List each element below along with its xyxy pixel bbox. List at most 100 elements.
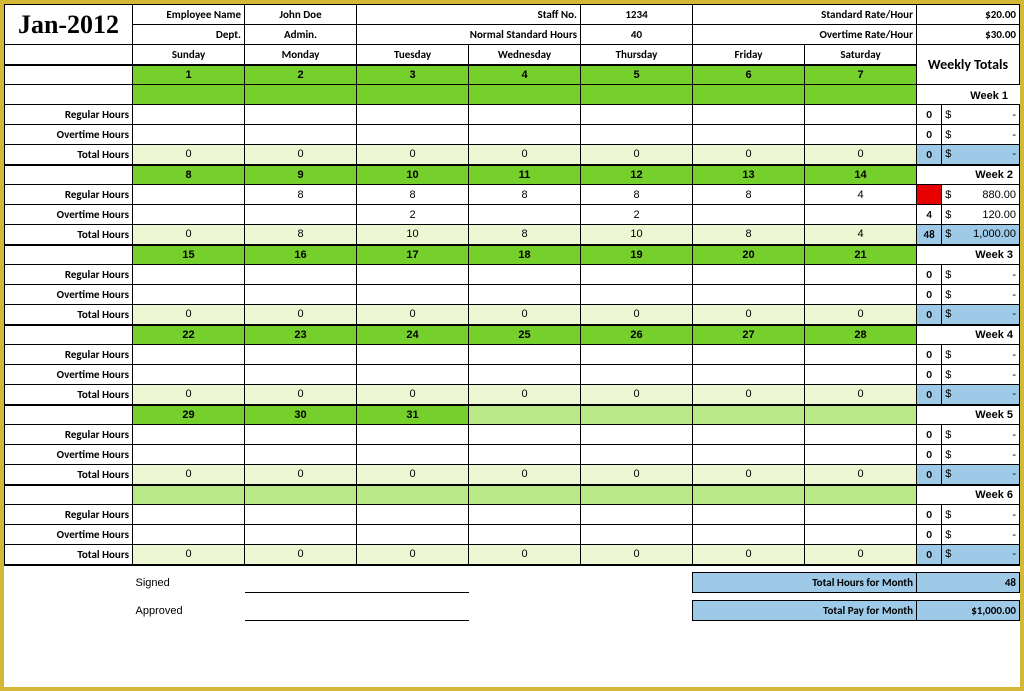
day-number[interactable]: 20 — [693, 245, 805, 265]
regular-cell[interactable] — [133, 265, 245, 285]
regular-cell[interactable] — [245, 425, 357, 445]
overtime-cell[interactable] — [469, 525, 581, 545]
overtime-cell[interactable] — [133, 205, 245, 225]
overtime-cell[interactable]: 2 — [581, 205, 693, 225]
day-number[interactable]: 15 — [133, 245, 245, 265]
regular-cell[interactable] — [133, 185, 245, 205]
overtime-cell[interactable] — [357, 365, 469, 385]
regular-cell[interactable] — [805, 105, 917, 125]
day-number[interactable]: 14 — [805, 165, 917, 185]
regular-cell[interactable] — [469, 105, 581, 125]
overtime-cell[interactable] — [133, 365, 245, 385]
regular-cell[interactable]: 8 — [357, 185, 469, 205]
day-number[interactable]: 23 — [245, 325, 357, 345]
overtime-cell[interactable] — [469, 365, 581, 385]
day-number[interactable] — [581, 485, 693, 505]
day-number[interactable]: 21 — [805, 245, 917, 265]
regular-cell[interactable]: 8 — [245, 185, 357, 205]
overtime-cell[interactable] — [245, 125, 357, 145]
day-number[interactable]: 6 — [693, 65, 805, 85]
day-number[interactable]: 10 — [357, 165, 469, 185]
day-number[interactable]: 22 — [133, 325, 245, 345]
regular-cell[interactable] — [357, 505, 469, 525]
overtime-cell[interactable] — [357, 125, 469, 145]
regular-cell[interactable] — [357, 425, 469, 445]
overtime-cell[interactable] — [469, 125, 581, 145]
overtime-cell[interactable] — [357, 285, 469, 305]
regular-cell[interactable]: 4 — [805, 185, 917, 205]
overtime-cell[interactable] — [245, 365, 357, 385]
regular-cell[interactable] — [469, 265, 581, 285]
regular-cell[interactable] — [245, 265, 357, 285]
day-number[interactable]: 12 — [581, 165, 693, 185]
approved-line[interactable] — [245, 601, 469, 621]
day-number[interactable]: 19 — [581, 245, 693, 265]
day-number[interactable]: 3 — [357, 65, 469, 85]
regular-cell[interactable] — [581, 505, 693, 525]
overtime-cell[interactable] — [469, 285, 581, 305]
overtime-cell[interactable] — [805, 445, 917, 465]
overtime-cell[interactable] — [245, 205, 357, 225]
overtime-cell[interactable] — [805, 125, 917, 145]
day-number[interactable]: 13 — [693, 165, 805, 185]
regular-cell[interactable] — [581, 345, 693, 365]
regular-cell[interactable] — [357, 105, 469, 125]
overtime-cell[interactable] — [469, 205, 581, 225]
overtime-cell[interactable] — [805, 205, 917, 225]
regular-cell[interactable] — [133, 425, 245, 445]
day-number[interactable] — [469, 485, 581, 505]
overtime-cell[interactable] — [469, 445, 581, 465]
day-number[interactable]: 2 — [245, 65, 357, 85]
overtime-cell[interactable] — [245, 285, 357, 305]
overtime-cell[interactable] — [693, 525, 805, 545]
day-number[interactable]: 18 — [469, 245, 581, 265]
regular-cell[interactable]: 8 — [469, 185, 581, 205]
overtime-cell[interactable] — [133, 125, 245, 145]
regular-cell[interactable] — [581, 105, 693, 125]
overtime-cell[interactable] — [581, 445, 693, 465]
overtime-cell[interactable]: 2 — [357, 205, 469, 225]
overtime-cell[interactable] — [245, 445, 357, 465]
regular-cell[interactable] — [357, 265, 469, 285]
day-number[interactable] — [805, 405, 917, 425]
regular-cell[interactable] — [805, 345, 917, 365]
day-number[interactable]: 16 — [245, 245, 357, 265]
day-number[interactable]: 27 — [693, 325, 805, 345]
overtime-cell[interactable] — [693, 125, 805, 145]
overtime-cell[interactable] — [581, 285, 693, 305]
regular-cell[interactable] — [805, 265, 917, 285]
day-number[interactable]: 9 — [245, 165, 357, 185]
day-number[interactable]: 7 — [805, 65, 917, 85]
overtime-cell[interactable] — [805, 365, 917, 385]
regular-cell[interactable] — [693, 425, 805, 445]
day-number[interactable]: 31 — [357, 405, 469, 425]
regular-cell[interactable] — [245, 505, 357, 525]
regular-cell[interactable] — [245, 345, 357, 365]
regular-cell[interactable]: 8 — [693, 185, 805, 205]
overtime-cell[interactable] — [133, 525, 245, 545]
regular-cell[interactable] — [133, 505, 245, 525]
regular-cell[interactable] — [133, 345, 245, 365]
overtime-cell[interactable] — [133, 285, 245, 305]
regular-cell[interactable]: 8 — [581, 185, 693, 205]
regular-cell[interactable] — [805, 425, 917, 445]
overtime-cell[interactable] — [357, 525, 469, 545]
day-number[interactable]: 29 — [133, 405, 245, 425]
day-number[interactable] — [581, 405, 693, 425]
overtime-cell[interactable] — [133, 445, 245, 465]
overtime-cell[interactable] — [245, 525, 357, 545]
signed-line[interactable] — [245, 573, 469, 593]
day-number[interactable] — [805, 485, 917, 505]
day-number[interactable] — [357, 485, 469, 505]
day-number[interactable]: 30 — [245, 405, 357, 425]
day-number[interactable] — [693, 405, 805, 425]
regular-cell[interactable] — [581, 425, 693, 445]
overtime-cell[interactable] — [357, 445, 469, 465]
day-number[interactable]: 26 — [581, 325, 693, 345]
day-number[interactable]: 17 — [357, 245, 469, 265]
regular-cell[interactable] — [693, 265, 805, 285]
day-number[interactable] — [693, 485, 805, 505]
regular-cell[interactable] — [805, 505, 917, 525]
regular-cell[interactable] — [469, 345, 581, 365]
regular-cell[interactable] — [245, 105, 357, 125]
